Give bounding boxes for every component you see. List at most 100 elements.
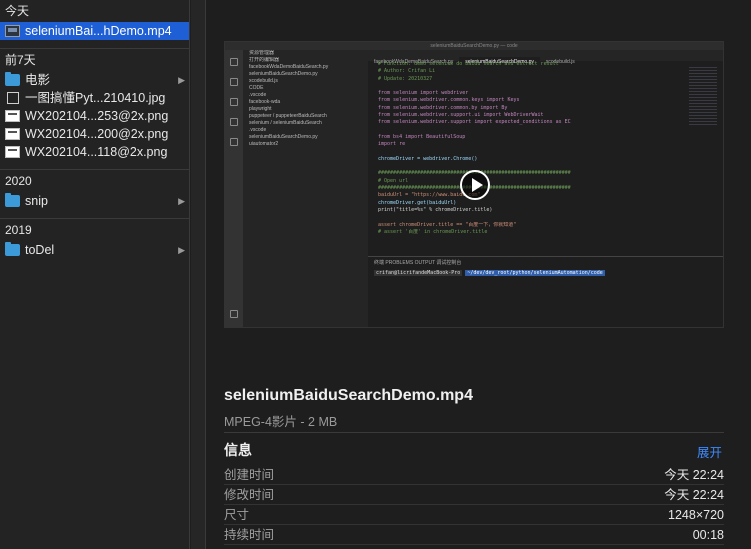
editor-explorer: 资源管理器 打开的编辑器 facebookWdaDemoBaiduSearch.py…: [243, 50, 368, 327]
show-more-link[interactable]: 展开: [697, 442, 722, 461]
divider: [224, 432, 724, 433]
folder-icon: [5, 72, 20, 86]
explorer-entry: 打开的编辑器: [249, 57, 280, 63]
code-line: from selenium import webdriver: [378, 90, 469, 97]
file-list-item[interactable]: WX202104...118@2x.png: [0, 143, 189, 161]
explorer-entry: xcodebuild.js: [249, 78, 278, 84]
explorer-entry: facebookWdaDemoBaiduSearch.py: [249, 64, 329, 70]
code-line: assert chromeDriver.title == "百度一下，你就知道": [378, 221, 517, 228]
editor-code: # Function: demo selenium do baidu searc…: [368, 61, 683, 256]
play-icon[interactable]: [460, 170, 490, 200]
file-kind-size: MPEG-4影片 - 2 MB: [224, 415, 338, 429]
account-icon: [230, 310, 238, 318]
explorer-entry: .vscode: [249, 127, 267, 133]
explorer-entry: seleniumBaiduSearchDemo.py: [249, 134, 318, 140]
info-key: 创建时间: [224, 468, 275, 482]
chevron-right-icon: ▶: [178, 245, 185, 255]
file-list-item[interactable]: WX202104...253@2x.png: [0, 107, 189, 125]
video-thumbnail[interactable]: seleniumBaiduSearchDemo.py — code 资源管理器打…: [224, 41, 724, 328]
code-line: from selenium.webdriver.common.by import…: [378, 104, 508, 111]
code-line: print("title=%s" % chromeDriver.title): [378, 206, 493, 213]
code-line: ########################################…: [378, 170, 683, 177]
search-icon: [230, 78, 238, 86]
info-heading: 信息: [224, 442, 252, 458]
preview-pane: seleniumBaiduSearchDemo.py — code 资源管理器打…: [207, 0, 751, 549]
section-header: 2019: [5, 223, 32, 237]
screenshot-file-icon: [5, 110, 20, 122]
terminal-prompt: crifan@licrifandeMacBook-Pro: [374, 270, 463, 276]
file-list-item[interactable]: toDel ▶: [0, 241, 189, 259]
file-list-item[interactable]: 电影 ▶: [0, 71, 189, 89]
file-list-item-label: snip: [25, 194, 48, 208]
info-key: 持续时间: [224, 528, 275, 542]
info-key: 修改时间: [224, 488, 275, 502]
info-value: 00:18: [692, 528, 724, 542]
info-key: 尺寸: [224, 508, 250, 522]
section-header: 前7天: [5, 53, 36, 67]
code-line: # Function: demo selenium do baidu searc…: [378, 61, 559, 67]
folder-icon: [5, 193, 20, 207]
explorer-entry: puppeteer / puppeteerBaiduSearch: [249, 113, 327, 119]
terminal-tabs: 终端 PROBLEMS OUTPUT 调试控制台: [374, 260, 462, 266]
explorer-entry: facebook-wda: [249, 99, 281, 105]
editor-terminal: 终端 PROBLEMS OUTPUT 调试控制台 crifan@licrifan…: [368, 256, 723, 327]
debug-icon: [230, 118, 238, 126]
code-line: # Open url: [378, 177, 409, 184]
folder-icon: [5, 242, 20, 256]
explorer-entry: 资源管理器: [249, 50, 275, 56]
code-line: # Update: 20210327: [378, 75, 433, 82]
code-line: from selenium.webdriver.common.keys impo…: [378, 97, 520, 104]
code-line: # Author: Crifan Li: [378, 68, 436, 75]
explorer-entry: CODE: [249, 85, 264, 91]
code-line: import re: [378, 141, 406, 148]
code-line: from selenium.webdriver.support import e…: [378, 119, 571, 126]
info-row: 尺寸 1248×720: [224, 505, 724, 525]
explorer-entry: uiautomator2: [249, 141, 279, 147]
editor-window-title: seleniumBaiduSearchDemo.py — code: [225, 42, 723, 50]
empty-column: [191, 0, 206, 549]
file-list-item-label: 一图搞懂Pyt...210410.jpg: [25, 91, 166, 105]
screenshot-file-icon: [5, 128, 20, 140]
file-name: seleniumBaiduSearchDemo.mp4: [224, 387, 473, 404]
info-row: 修改时间 今天 22:24: [224, 485, 724, 505]
source-control-icon: [230, 98, 238, 106]
video-file-icon: [5, 25, 20, 37]
file-list-item-label: toDel: [25, 243, 55, 257]
code-line: baiduUrl = "https://www.baidu.com": [378, 192, 481, 199]
chevron-right-icon: ▶: [178, 196, 185, 206]
file-list-item[interactable]: seleniumBai...hDemo.mp4: [0, 22, 189, 40]
finder-window: 今天 seleniumBai...hDemo.mp4 前7天电影 ▶ 一图搞懂Pyt..…: [0, 0, 751, 549]
code-line: from bs4 import BeautifulSoup: [378, 133, 466, 140]
editor-activity-bar: [225, 50, 243, 327]
file-list-item-label: WX202104...118@2x.png: [25, 145, 168, 159]
explorer-entry: .vscode: [249, 92, 267, 98]
chevron-right-icon: ▶: [178, 75, 185, 85]
file-list-item[interactable]: WX202104...200@2x.png: [0, 125, 189, 143]
file-list-item[interactable]: snip ▶: [0, 192, 189, 210]
info-value: 今天 22:24: [664, 488, 724, 502]
section-header: 2020: [5, 174, 32, 188]
info-value: 今天 22:24: [664, 468, 724, 482]
image-file-icon: [7, 92, 19, 104]
terminal-line: crifan@licrifandeMacBook-Pro ~/dev/dev_r…: [368, 268, 723, 278]
file-list-item-label: WX202104...200@2x.png: [25, 127, 169, 141]
file-list-column: 今天 seleniumBai...hDemo.mp4 前7天电影 ▶ 一图搞懂Pyt..…: [0, 0, 190, 549]
code-line: from selenium.webdriver.support.ui impor…: [378, 112, 544, 119]
explorer-entry: seleniumBaiduSearchDemo.py: [249, 71, 318, 77]
section-header: 今天: [5, 4, 30, 18]
editor-tabs: facebookWdaDemoBaiduSearch.py seleniumBai…: [368, 50, 723, 68]
code-line: chromeDriver.get(baiduUrl): [378, 199, 457, 206]
editor-minimap: [689, 67, 717, 127]
extensions-icon: [230, 138, 238, 146]
screenshot-file-icon: [5, 146, 20, 158]
explorer-entry: selenium / seleniumBaiduSearch: [249, 120, 322, 126]
file-list-item-label: 电影: [25, 73, 51, 87]
file-list-item[interactable]: 一图搞懂Pyt...210410.jpg: [0, 89, 189, 107]
info-row: 创建时间 今天 22:24: [224, 465, 724, 485]
files-icon: [230, 58, 238, 66]
